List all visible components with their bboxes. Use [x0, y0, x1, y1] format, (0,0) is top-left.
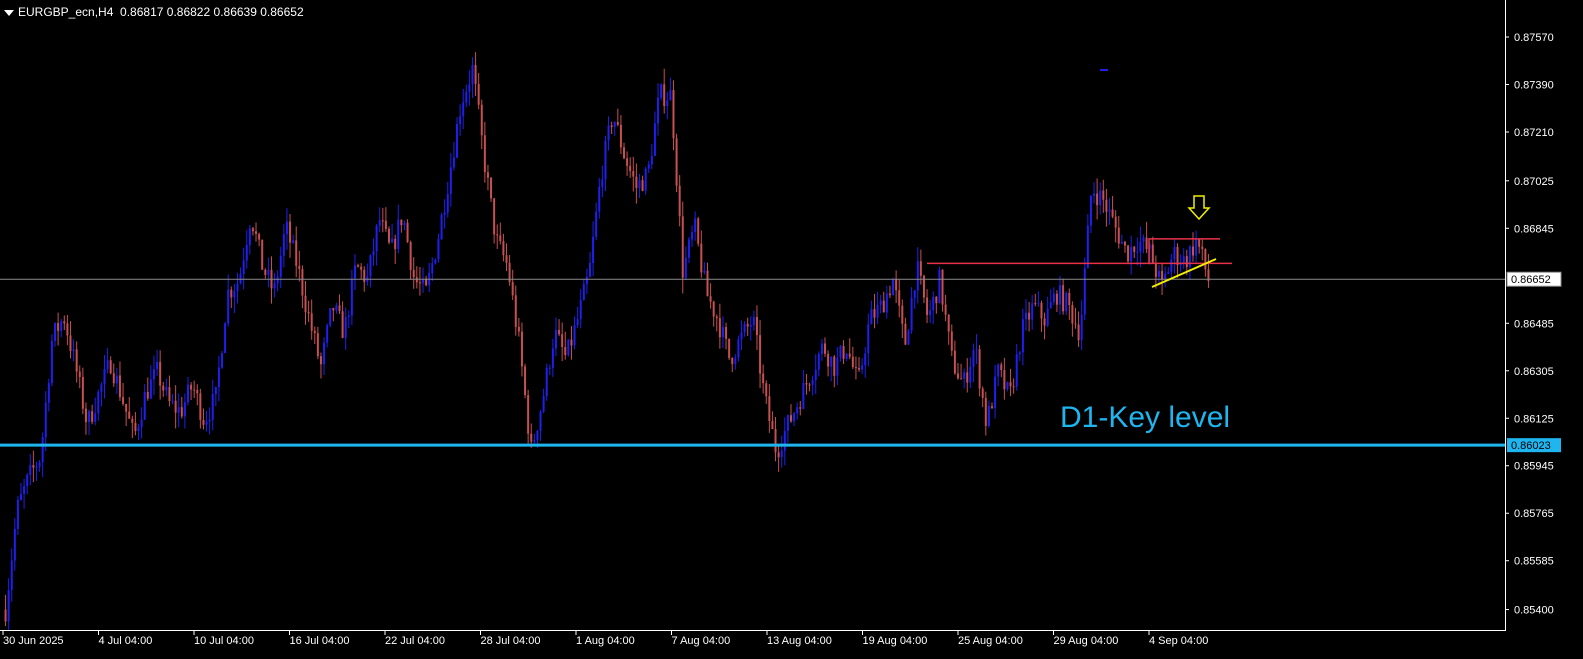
time-tick-label: 16 Jul 04:00	[290, 635, 350, 647]
candle	[1127, 244, 1130, 265]
candle	[737, 335, 740, 362]
price-tick-label: 0.85945	[1514, 461, 1554, 473]
candle	[938, 266, 941, 304]
time-tick-label: 30 Jun 2025	[3, 635, 64, 647]
candle	[907, 329, 910, 346]
ohlc-open: 0.86817	[120, 5, 164, 19]
time-tick-label: 19 Aug 04:00	[863, 635, 928, 647]
key-level-badge-label: 0.86023	[1511, 440, 1551, 452]
time-tick-label: 29 Aug 04:00	[1054, 635, 1119, 647]
price-tick-label: 0.85765	[1514, 508, 1554, 520]
candle	[524, 363, 527, 399]
candle	[892, 277, 895, 296]
time-tick-label: 1 Aug 04:00	[576, 635, 635, 647]
ohlc-high: 0.86822	[166, 5, 211, 19]
candle	[50, 334, 53, 387]
price-tick-label: 0.86125	[1514, 413, 1554, 425]
time-tick-label: 10 Jul 04:00	[194, 635, 254, 647]
price-tick-label: 0.85400	[1514, 605, 1554, 617]
candle	[329, 308, 332, 328]
price-tick-label: 0.87025	[1514, 176, 1554, 188]
candle	[728, 338, 731, 361]
time-tick-label: 13 Aug 04:00	[767, 635, 832, 647]
candle	[490, 177, 493, 203]
ohlc-close: 0.86652	[260, 5, 304, 19]
price-tick-label: 0.85585	[1514, 556, 1554, 568]
dropdown-triangle-icon[interactable]	[4, 9, 14, 16]
time-tick-label: 4 Sep 04:00	[1149, 635, 1208, 647]
price-tick-label: 0.87210	[1514, 127, 1554, 139]
candle	[221, 350, 224, 369]
price-tick-label: 0.87570	[1514, 32, 1554, 44]
candle	[387, 226, 390, 245]
candle	[644, 166, 647, 195]
symbol-label: EURGBP_ecn,H4	[18, 5, 114, 19]
price-tick-label: 0.86485	[1514, 318, 1554, 330]
time-tick-label: 25 Aug 04:00	[958, 635, 1023, 647]
candle	[261, 239, 264, 270]
candle	[697, 216, 700, 247]
candle	[567, 339, 570, 357]
price-tick-label: 0.87390	[1514, 80, 1554, 92]
candle	[224, 322, 227, 354]
candle	[545, 363, 548, 401]
ohlc-low: 0.86639	[213, 5, 257, 19]
time-tick-label: 22 Jul 04:00	[385, 635, 445, 647]
price-chart[interactable]: 0.87570 0.87390 0.87210 0.87025 0.86845 0.864…	[0, 0, 1583, 659]
key-level-annotation: D1-Key level	[1060, 401, 1231, 434]
chart-background	[0, 0, 1583, 659]
price-tick-label: 0.86845	[1514, 223, 1554, 235]
current-price-badge-label: 0.86652	[1511, 274, 1551, 286]
time-tick-label: 4 Jul 04:00	[99, 635, 153, 647]
candle	[675, 133, 678, 193]
price-tick-label: 0.86305	[1514, 366, 1554, 378]
time-tick-label: 28 Jul 04:00	[481, 635, 541, 647]
chart-header: EURGBP_ecn,H4 0.86817 0.86822 0.86639 0.…	[4, 5, 304, 19]
time-tick-label: 7 Aug 04:00	[672, 635, 731, 647]
candle	[440, 212, 443, 240]
